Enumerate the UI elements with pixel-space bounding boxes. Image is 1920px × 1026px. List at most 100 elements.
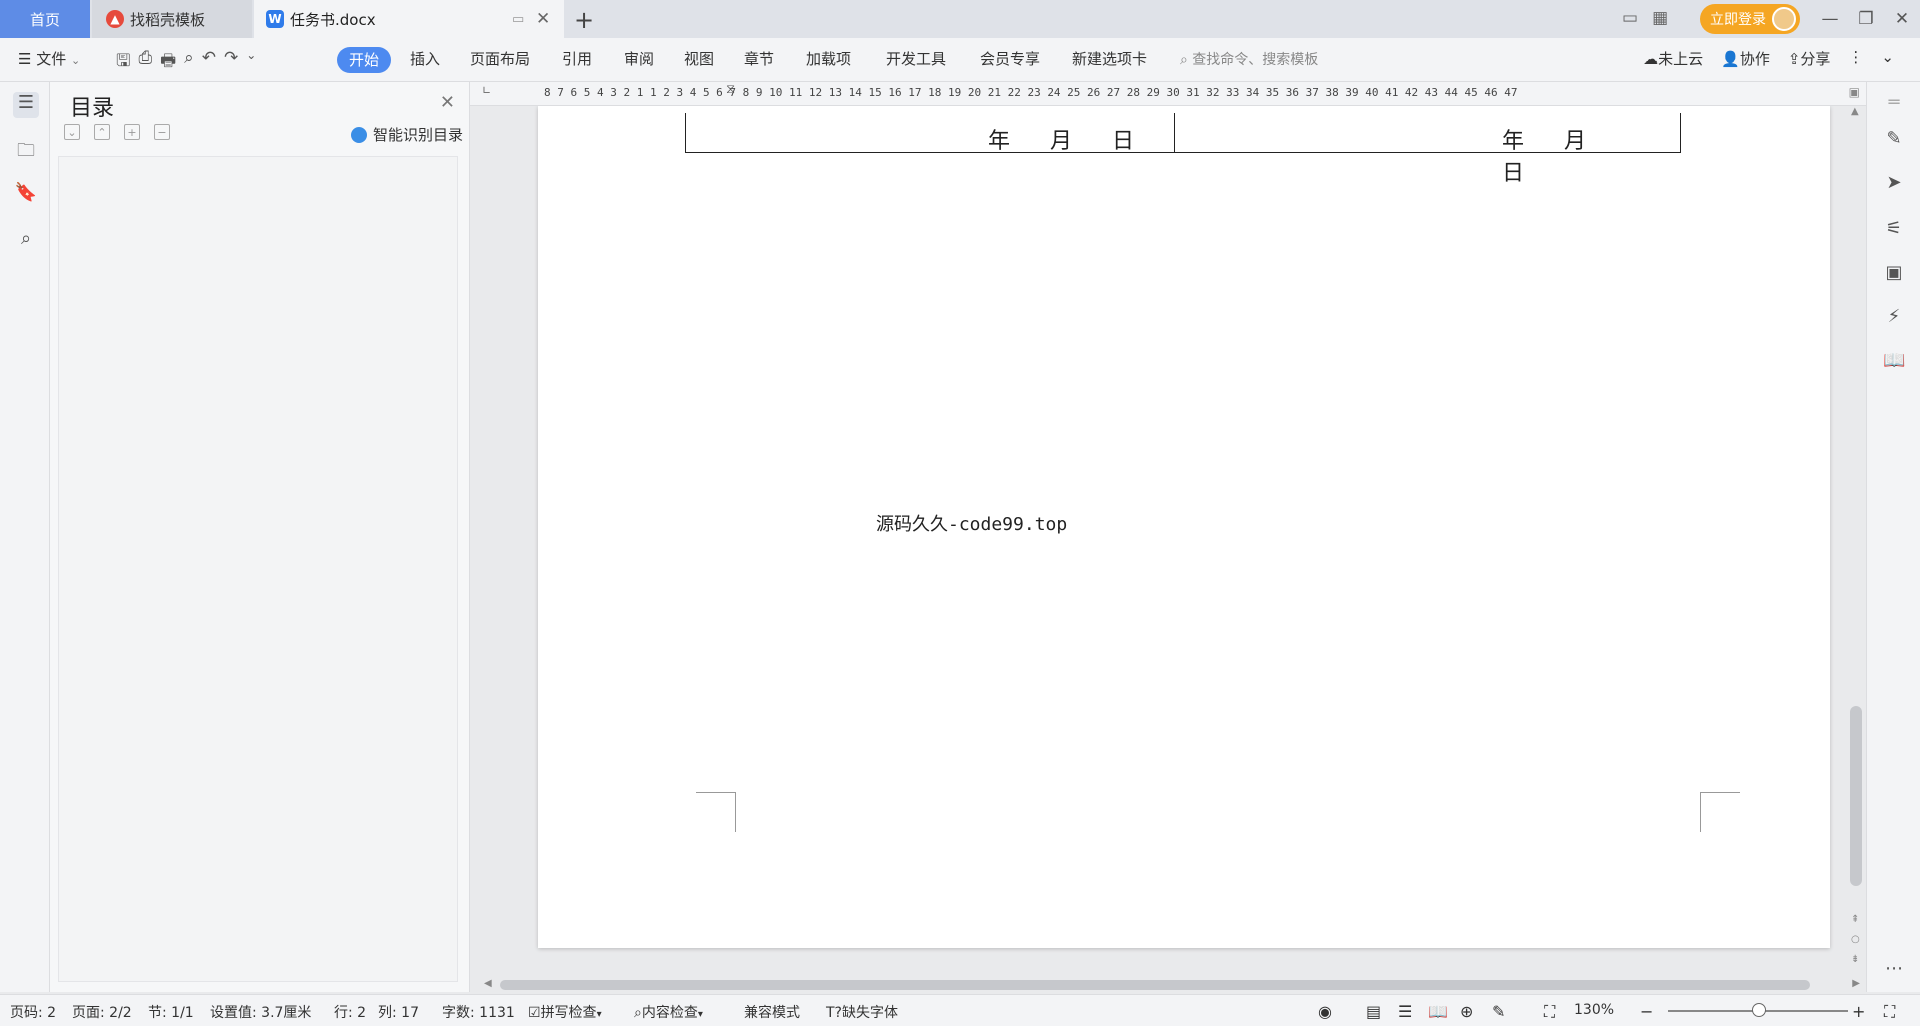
image-tools-icon[interactable]: ▣ — [1883, 262, 1905, 284]
tab-references[interactable]: 引用 — [562, 48, 592, 69]
scroll-left-icon[interactable]: ◀ — [484, 978, 492, 989]
save-icon[interactable]: 🖫 — [116, 48, 130, 77]
status-words[interactable]: 字数: 1131 — [442, 1002, 515, 1022]
reading-mode-icon[interactable]: ▭ — [1622, 8, 1638, 28]
vertical-scroll-thumb[interactable] — [1850, 706, 1862, 886]
status-row[interactable]: 行: 2 — [334, 1002, 366, 1022]
rail-handle-icon[interactable]: ═ — [1883, 92, 1905, 114]
write-mode-icon[interactable]: ✎ — [1492, 1002, 1505, 1021]
tab-stop-icon[interactable]: ∟ — [482, 84, 491, 97]
missing-font-button[interactable]: T?缺失字体 — [826, 1002, 898, 1022]
compat-mode-label[interactable]: 兼容模式 — [744, 1002, 800, 1022]
login-button[interactable]: 立即登录 — [1700, 4, 1800, 34]
indent-marker-icon[interactable]: ⧖ — [726, 82, 735, 97]
next-page-icon[interactable]: ⇟ — [1851, 954, 1859, 965]
tab-daoke-templates[interactable]: ▲ 找稻壳模板 — [92, 0, 252, 38]
tab-page-layout[interactable]: 页面布局 — [470, 48, 530, 69]
reading-view-icon[interactable]: 📖 — [1428, 1002, 1448, 1021]
more-options-icon[interactable]: ⋮ — [1848, 48, 1863, 69]
horizontal-scrollbar[interactable]: ◀ ▶ — [470, 976, 1866, 994]
view-switchers: ▭ ▦ — [1622, 8, 1668, 28]
smart-toc-button[interactable]: 智能识别目录 — [350, 124, 463, 145]
pin-tab-icon[interactable]: ▭ — [512, 12, 524, 27]
zoom-out-icon[interactable]: − — [1640, 1002, 1653, 1021]
tab-document[interactable]: W 任务书.docx ▭ ✕ — [254, 0, 564, 38]
tab-view[interactable]: 视图 — [684, 48, 714, 69]
tab-new-tab[interactable]: 新建选项卡 — [1072, 48, 1147, 69]
tab-addins[interactable]: 加载项 — [806, 48, 851, 69]
status-setting[interactable]: 设置值: 3.7厘米 — [210, 1002, 311, 1022]
restore-icon[interactable]: ❐ — [1848, 9, 1884, 29]
chapter-nav-icon[interactable]: 🗀 — [13, 138, 39, 164]
tab-insert[interactable]: 插入 — [410, 48, 440, 69]
document-page[interactable]: 年月日 年月日 源码久久-code99.top — [538, 106, 1830, 948]
tab-chapter[interactable]: 章节 — [744, 48, 774, 69]
find-icon[interactable]: ⌕ — [13, 228, 39, 254]
scroll-up-icon[interactable]: ▲ — [1851, 106, 1859, 117]
fit-page-icon[interactable]: ⛶ — [1544, 1002, 1555, 1022]
tab-member[interactable]: 会员专享 — [980, 48, 1040, 69]
share-button[interactable]: ⇪分享 — [1788, 48, 1831, 69]
spell-check-button[interactable]: ☑拼写检查▾ — [528, 1002, 602, 1022]
collaborate-button[interactable]: 👤协作 — [1721, 48, 1770, 69]
apps-grid-icon[interactable]: ▦ — [1652, 8, 1668, 28]
web-view-icon[interactable]: ⊕ — [1460, 1002, 1473, 1021]
customize-toolbar-icon[interactable]: ⌄ — [246, 48, 256, 77]
print-icon[interactable]: 🖶 — [160, 48, 176, 77]
page-view-icon[interactable]: ▤ — [1366, 1002, 1381, 1021]
content-check-button[interactable]: ⌕内容检查▾ — [634, 1002, 703, 1022]
more-tools-icon[interactable]: ⋯ — [1883, 958, 1905, 980]
ruler-toggle-icon[interactable]: ▣ — [1849, 85, 1860, 99]
select-browse-icon[interactable]: ○ — [1851, 934, 1860, 945]
login-label: 立即登录 — [1710, 12, 1766, 28]
zoom-slider-knob[interactable] — [1752, 1003, 1766, 1017]
new-tab-icon[interactable]: + — [574, 6, 594, 34]
status-section[interactable]: 节: 1/1 — [148, 1002, 194, 1022]
tab-start[interactable]: 开始 — [337, 47, 391, 73]
print-preview-icon[interactable]: ⌕ — [184, 48, 194, 77]
status-pages[interactable]: 页面: 2/2 — [72, 1002, 132, 1022]
close-icon[interactable]: ✕ — [440, 92, 455, 113]
toc-panel-icon[interactable]: ☰ — [13, 92, 39, 118]
document-canvas[interactable]: 年月日 年月日 源码久久-code99.top — [470, 106, 1866, 976]
fullscreen-icon[interactable]: ⛶ — [1884, 1002, 1895, 1022]
toc-list[interactable] — [58, 156, 458, 982]
horizontal-ruler[interactable]: ∟ 8 7 6 5 4 3 2 1 1 2 3 4 5 6 7 8 9 10 1… — [470, 82, 1866, 106]
scroll-right-icon[interactable]: ▶ — [1852, 978, 1860, 989]
quick-tools-icon[interactable]: ⚡ — [1883, 306, 1905, 328]
horizontal-scroll-thumb[interactable] — [500, 980, 1810, 990]
tab-review[interactable]: 审阅 — [624, 48, 654, 69]
file-menu[interactable]: ☰ 文件 ⌄ — [18, 48, 80, 69]
zoom-level[interactable]: 130% — [1574, 1002, 1614, 1018]
status-page-code[interactable]: 页码: 2 — [10, 1002, 56, 1022]
tab-document-label: 任务书.docx — [290, 10, 376, 29]
wps-writer-icon: W — [266, 10, 284, 28]
tab-developer[interactable]: 开发工具 — [886, 48, 946, 69]
close-tab-icon[interactable]: ✕ — [536, 9, 550, 29]
add-heading-icon[interactable]: + — [124, 124, 140, 140]
command-search[interactable]: ⌕ 查找命令、搜索模板 — [1180, 49, 1318, 69]
vertical-scrollbar[interactable]: ▲ ⇞ ○ ⇟ — [1846, 106, 1866, 976]
remove-heading-icon[interactable]: − — [154, 124, 170, 140]
cloud-status-button[interactable]: ☁未上云 — [1643, 48, 1703, 69]
ribbon-right-actions: ☁未上云 👤协作 ⇪分享 ⋮ ⌄ — [1643, 48, 1894, 69]
export-pdf-icon[interactable]: ⎙ — [138, 48, 152, 77]
expand-all-icon[interactable]: ⌄ — [64, 124, 80, 140]
collapse-all-icon[interactable]: ⌃ — [94, 124, 110, 140]
read-aloud-icon[interactable]: 📖 — [1883, 350, 1905, 372]
undo-icon[interactable]: ↶ — [202, 48, 216, 77]
select-cursor-icon[interactable]: ➤ — [1883, 172, 1905, 194]
redo-icon[interactable]: ↷ — [224, 48, 238, 77]
minimize-icon[interactable]: — — [1812, 9, 1848, 29]
bookmark-icon[interactable]: 🔖 — [13, 182, 39, 208]
outline-view-icon[interactable]: ☰ — [1398, 1002, 1412, 1021]
tab-home[interactable]: 首页 — [0, 0, 90, 38]
status-col[interactable]: 列: 17 — [378, 1002, 419, 1022]
close-window-icon[interactable]: ✕ — [1884, 9, 1920, 29]
edit-pen-icon[interactable]: ✎ — [1883, 128, 1905, 150]
zoom-in-icon[interactable]: + — [1852, 1002, 1865, 1021]
eye-protection-icon[interactable]: ◉ — [1318, 1002, 1332, 1021]
prev-page-icon[interactable]: ⇞ — [1851, 914, 1859, 925]
adjust-sliders-icon[interactable]: ⚟ — [1883, 218, 1905, 240]
collapse-ribbon-icon[interactable]: ⌄ — [1881, 48, 1894, 69]
